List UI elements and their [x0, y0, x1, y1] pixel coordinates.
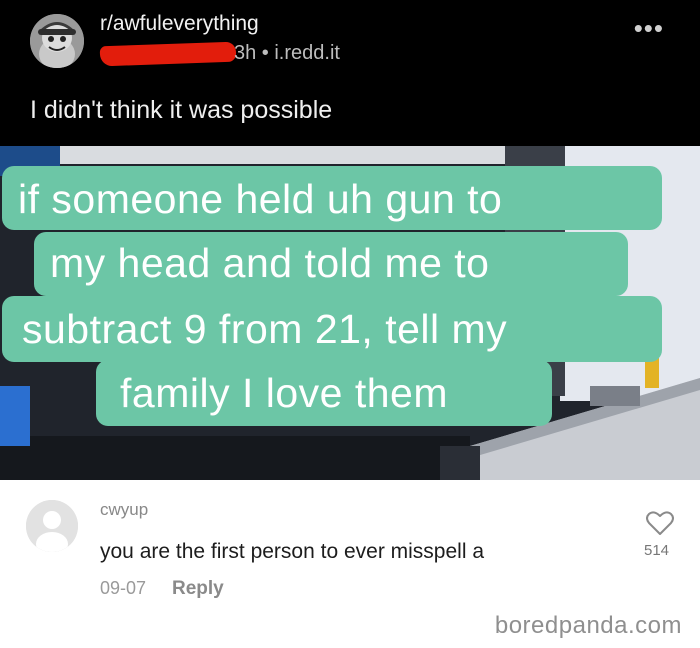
- watermark: boredpanda.com: [494, 612, 682, 639]
- reddit-post-header: r/awfuleverything 3h • i.redd.it ••• I d…: [0, 0, 700, 146]
- default-avatar-icon: [26, 500, 78, 552]
- more-icon: •••: [633, 13, 664, 43]
- caption-line-1: if someone held uh gun to: [18, 176, 503, 222]
- comment-avatar[interactable]: [26, 500, 78, 552]
- post-title: I didn't think it was possible: [30, 96, 333, 124]
- post-age-and-source: 3h • i.redd.it: [234, 42, 340, 64]
- subreddit-name[interactable]: r/awfuleverything: [100, 12, 259, 36]
- caption-line-2: my head and told me to: [50, 240, 490, 286]
- caption-line-3: subtract 9 from 21, tell my: [22, 306, 508, 352]
- more-options-button[interactable]: •••: [634, 15, 664, 41]
- comment-username[interactable]: cwyup: [100, 500, 148, 520]
- comment-text: you are the first person to ever misspel…: [100, 540, 485, 563]
- reply-button[interactable]: Reply: [172, 578, 224, 600]
- redacted-username: [99, 41, 237, 67]
- comment-date: 09-07: [100, 578, 147, 598]
- post-image[interactable]: if someone held uh gun to my head and to…: [0, 146, 700, 480]
- subreddit-avatar[interactable]: [30, 14, 84, 68]
- caption-line-4: family I love them: [120, 370, 448, 416]
- like-count: 514: [644, 542, 670, 559]
- avatar-face-icon: [30, 14, 84, 68]
- heart-icon[interactable]: [646, 510, 674, 536]
